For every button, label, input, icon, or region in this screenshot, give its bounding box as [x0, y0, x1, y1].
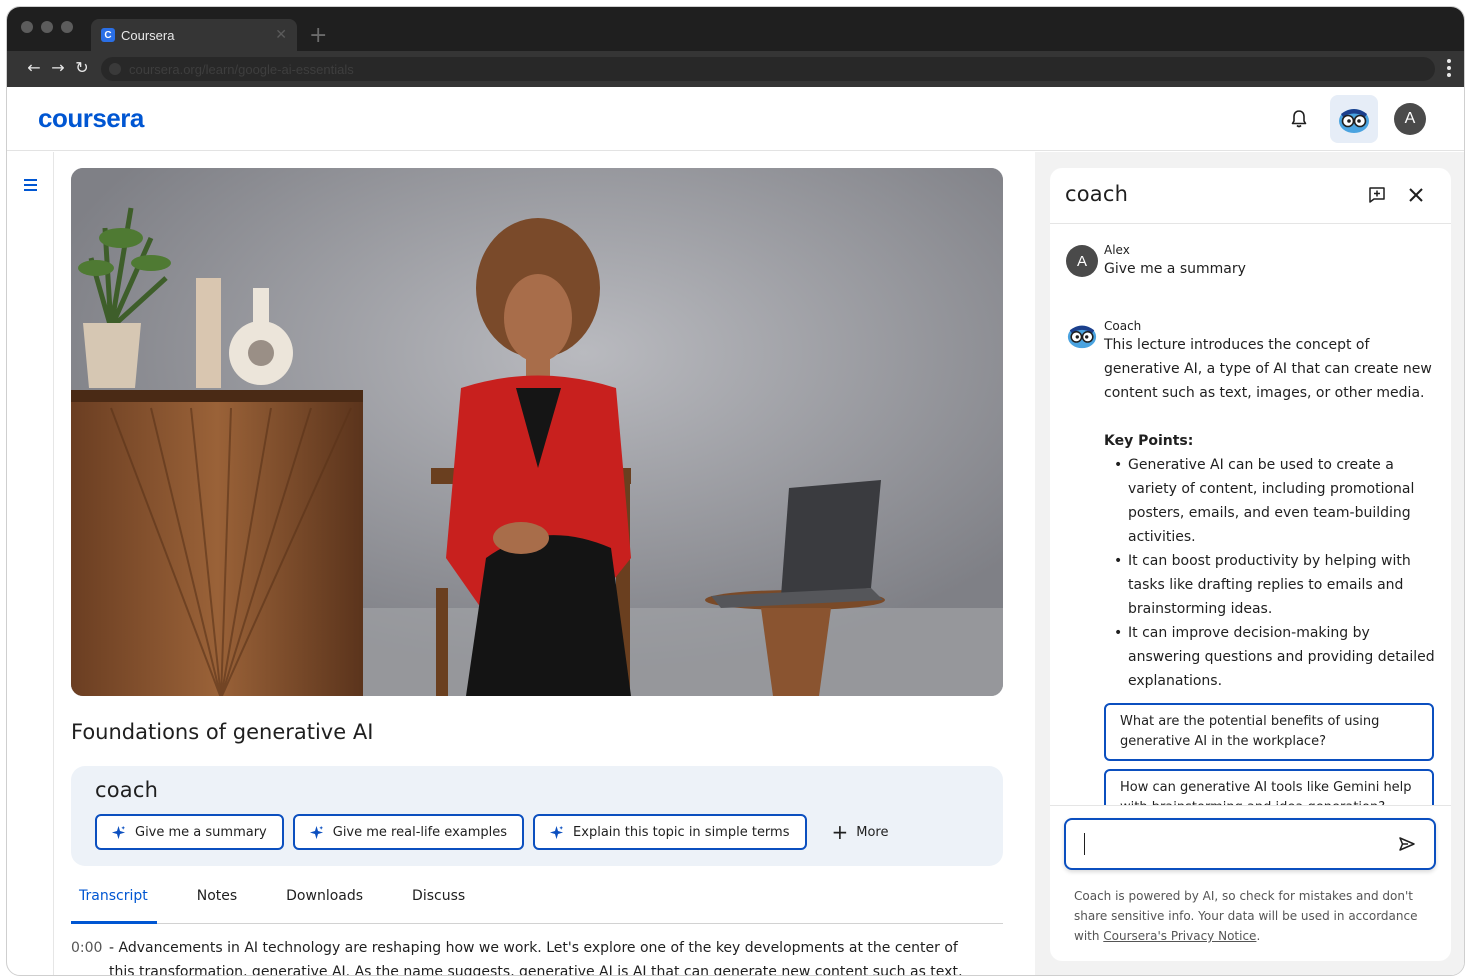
window-controls: [21, 21, 73, 33]
address-bar[interactable]: coursera.org/learn/google-ai-essentials: [101, 57, 1435, 81]
app-header: coursera A: [7, 87, 1464, 151]
lecture-title: Foundations of generative AI: [71, 720, 374, 744]
text-cursor: [1084, 833, 1085, 855]
coach-panel: coach A Alex Give me a summary Coach Thi…: [1050, 168, 1451, 961]
new-chat-icon[interactable]: [1368, 186, 1386, 204]
coach-panel-header: coach: [1050, 168, 1451, 224]
user-avatar[interactable]: A: [1394, 103, 1426, 135]
bell-icon[interactable]: [1287, 107, 1311, 131]
browser-toolbar: ← → ↻ coursera.org/learn/google-ai-essen…: [7, 51, 1464, 87]
user-message: A Alex Give me a summary: [1050, 225, 1451, 281]
browser-tab-title: Coursera: [121, 27, 175, 43]
coach-panel-title: coach: [1065, 182, 1129, 206]
panel-divider: [1050, 805, 1451, 806]
coach-message-input[interactable]: [1090, 832, 1390, 856]
forward-arrow-icon[interactable]: →: [48, 58, 68, 77]
tab-notes[interactable]: Notes: [197, 884, 237, 923]
coach-message: Coach This lecture introduces the concep…: [1050, 301, 1451, 693]
coach-message-intro: This lecture introduces the concept of g…: [1104, 337, 1432, 401]
reload-icon[interactable]: ↻: [72, 58, 92, 77]
browser-tab[interactable]: C Coursera ✕: [91, 19, 297, 51]
back-arrow-icon[interactable]: ←: [24, 58, 44, 77]
close-icon[interactable]: [1406, 185, 1426, 205]
active-tab-indicator: [71, 921, 157, 924]
close-window-button[interactable]: [21, 21, 33, 33]
key-points-list: Generative AI can be used to create a va…: [1114, 453, 1451, 693]
privacy-notice-link[interactable]: Coursera's Privacy Notice: [1103, 929, 1256, 943]
explain-chip-button[interactable]: Explain this topic in simple terms: [533, 814, 807, 850]
plus-icon: +: [831, 820, 849, 844]
chat-messages: A Alex Give me a summary Coach This lect…: [1050, 225, 1451, 805]
sparkle-icon: [111, 825, 126, 839]
tab-transcript[interactable]: Transcript: [79, 884, 148, 923]
lecture-video-frame: [71, 168, 1003, 696]
summary-chip-button[interactable]: Give me a summary: [95, 814, 284, 850]
send-icon[interactable]: [1398, 835, 1416, 853]
left-rail: [7, 152, 54, 975]
coach-prompt-bar: coach Give me a summary Give me real-lif…: [71, 766, 1003, 866]
key-point-item: It can boost productivity by helping wit…: [1114, 549, 1437, 621]
site-info-icon[interactable]: [109, 63, 121, 75]
lecture-tabs: Transcript Notes Downloads Discuss: [71, 884, 1003, 924]
video-player[interactable]: [71, 168, 1003, 696]
main-content: Foundations of generative AI coach Give …: [71, 168, 1003, 976]
key-point-item: Generative AI can be used to create a va…: [1114, 453, 1437, 549]
chip-label: Give me real-life examples: [332, 824, 508, 840]
browser-chrome: C Coursera ✕ + ← → ↻ coursera.org/learn/…: [7, 7, 1464, 87]
transcript-text: - Advancements in AI technology are resh…: [109, 940, 963, 976]
ai-disclaimer: Coach is powered by AI, so check for mis…: [1074, 886, 1434, 946]
key-points-heading: Key Points:: [1104, 433, 1194, 449]
sparkle-icon: [549, 825, 564, 839]
suggestion-button[interactable]: How can generative AI tools like Gemini …: [1104, 769, 1434, 805]
coach-bar-label: coach: [95, 778, 159, 802]
key-point-item: It can improve decision-making by answer…: [1114, 621, 1437, 693]
examples-chip-button[interactable]: Give me real-life examples: [292, 814, 525, 850]
more-button[interactable]: + More: [832, 822, 889, 842]
coach-message-name: Coach: [1104, 319, 1142, 333]
coach-launcher-button[interactable]: [1330, 95, 1378, 143]
sparkle-icon: [309, 825, 323, 839]
chip-label: Give me a summary: [135, 824, 267, 840]
coach-chip-row: Give me a summary Give me real-life exam…: [95, 814, 889, 850]
tab-downloads[interactable]: Downloads: [286, 884, 363, 923]
chip-label: Explain this topic in simple terms: [573, 824, 790, 840]
coach-input-box[interactable]: [1064, 818, 1436, 870]
url-text: coursera.org/learn/google-ai-essentials: [129, 61, 354, 77]
coach-mascot-icon: [1067, 325, 1097, 349]
minimize-window-button[interactable]: [41, 21, 53, 33]
tab-discuss[interactable]: Discuss: [412, 884, 465, 923]
suggestion-button[interactable]: What are the potential benefits of using…: [1104, 703, 1434, 761]
coach-mascot-icon: [1339, 109, 1369, 133]
browser-menu-icon[interactable]: [1446, 59, 1452, 77]
transcript-timestamp[interactable]: 0:00: [71, 936, 109, 975]
maximize-window-button[interactable]: [61, 21, 73, 33]
transcript-entry[interactable]: 0:00 - Advancements in AI technology are…: [71, 936, 1003, 976]
user-message-text: Give me a summary: [1104, 261, 1246, 277]
disclaimer-end: .: [1256, 929, 1261, 943]
coursera-favicon-icon: C: [101, 28, 115, 42]
more-label: More: [856, 824, 889, 840]
tab-close-icon[interactable]: ✕: [275, 27, 287, 43]
user-message-avatar: A: [1066, 245, 1098, 277]
coursera-logo[interactable]: coursera: [38, 103, 144, 134]
browser-window: C Coursera ✕ + ← → ↻ coursera.org/learn/…: [6, 6, 1465, 976]
hamburger-icon[interactable]: [24, 179, 37, 191]
new-tab-button[interactable]: +: [309, 25, 327, 47]
user-message-name: Alex: [1104, 243, 1130, 257]
